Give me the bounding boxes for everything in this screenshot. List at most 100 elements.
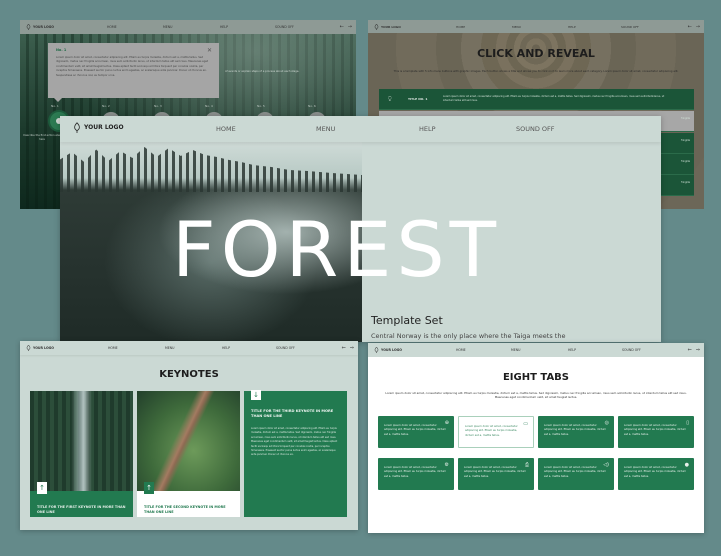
popup-body: Lorem ipsum dolor sit amet, consectetur …	[56, 56, 209, 77]
keynote-title: TITLE FOR THE THIRD KEYNOTE IN MORE THAN…	[251, 409, 334, 419]
arrow-right-icon[interactable]: ⇒	[696, 347, 700, 353]
row-title: TITLE NO. 1	[408, 97, 428, 101]
arrow-left-icon[interactable]: ⇐	[688, 347, 692, 353]
monitor-icon: ▭	[523, 421, 528, 427]
tab-text: Lorem ipsum dolor sit amet, consectetur …	[465, 425, 518, 437]
slide-description: Lorem ipsum dolor sit amet, consectetur …	[385, 391, 687, 400]
nav-home[interactable]: HOME	[456, 25, 465, 29]
hero-slide: YOUR LOGO HOME MENU HELP SOUND OFF FORES…	[60, 116, 661, 342]
document-icon: ▯	[686, 420, 689, 426]
tab-text: Lorem ipsum dolor sit amet, consectetur …	[384, 424, 447, 436]
nav-bar: YOUR LOGO HOME MENU HELP SOUND OFF ⇐ ⇒	[368, 343, 704, 357]
nav-help[interactable]: HELP	[568, 25, 576, 29]
nav-menu[interactable]: MENU	[163, 25, 172, 29]
nav-sound-off[interactable]: SOUND OFF	[516, 125, 555, 133]
keynote-card[interactable]: TITLE FOR THE SECOND KEYNOTE IN MORE THA…	[137, 391, 240, 517]
reveal-row[interactable]: ⍜ TITLE NO. 1 Lorem ipsum dolor sit amet…	[379, 89, 694, 110]
arrow-right-icon[interactable]: →	[696, 24, 700, 30]
hero-title: FOREST	[172, 205, 502, 294]
tab-text: Lorem ipsum dolor sit amet, consectetur …	[384, 466, 447, 478]
nav-menu[interactable]: MENU	[511, 348, 520, 352]
arrow-right-icon[interactable]: →	[348, 24, 352, 30]
leaf-icon: ⍜	[388, 95, 392, 102]
nav-home[interactable]: HOME	[456, 348, 466, 352]
step-popup: No. 1 Lorem ipsum dolor sit amet, consec…	[48, 43, 219, 102]
logo: YOUR LOGO	[374, 347, 402, 353]
nav-help[interactable]: HELP	[222, 346, 230, 350]
tab-text: Lorem ipsum dolor sit amet, consectetur …	[464, 466, 527, 478]
tab-card[interactable]: ▯ Lorem ipsum dolor sit amet, consectetur…	[618, 416, 694, 448]
arrow-down-icon[interactable]: ↓	[251, 390, 261, 400]
leaf-logo-icon	[374, 23, 379, 30]
hero-description: Central Norway is the only place where t…	[371, 332, 566, 340]
slide-title: EIGHT TABS	[502, 372, 570, 383]
tab-card[interactable]: ⚙ Lorem ipsum dolor sit amet, consectetur…	[378, 458, 454, 490]
arrow-right-icon[interactable]: ⇒	[350, 345, 354, 351]
nav-bar: YOUR LOGO HOME MENU HELP SOUND OFF	[60, 116, 661, 142]
nav-sound-off[interactable]: SOUND OFF	[621, 25, 639, 29]
step-label: No. 1	[51, 104, 59, 108]
tab-card[interactable]: ◎ Lorem ipsum dolor sit amet, consectetur…	[538, 416, 614, 448]
tabs-slide-preview[interactable]: YOUR LOGO HOME MENU HELP SOUND OFF ⇐ ⇒ E…	[368, 343, 704, 533]
nav-menu[interactable]: MENU	[316, 125, 335, 133]
nav-bar: YOUR LOGO HOME MENU HELP SOUND OFF ← →	[368, 20, 704, 33]
step-label: No. 5	[257, 104, 265, 108]
arrow-left-icon[interactable]: ⇐	[342, 345, 346, 351]
printer-icon: ⎙	[524, 462, 529, 468]
nav-sound-off[interactable]: SOUND OFF	[276, 346, 295, 350]
nav-help[interactable]: HELP	[220, 25, 228, 29]
nav-home[interactable]: HOME	[216, 125, 236, 133]
slide-description: This is a template with 5 info menu butt…	[393, 69, 679, 73]
audio-icon: ◁)	[603, 462, 609, 468]
hero-subtitle: Template Set	[371, 314, 443, 327]
nav-bar: YOUR LOGO HOME MENU HELP SOUND OFF ← →	[20, 20, 356, 34]
nav-home[interactable]: HOME	[108, 346, 118, 350]
arrow-left-icon[interactable]: ←	[340, 24, 344, 30]
tab-text: Lorem ipsum dolor sit amet, consectetur …	[544, 424, 607, 436]
keynote-body: Lorem ipsum dolor sit amet, consectetur …	[251, 426, 338, 457]
arrow-up-icon[interactable]: ↑	[37, 482, 47, 494]
tab-card[interactable]: ▭ Lorem ipsum dolor sit amet, consectetur…	[458, 416, 534, 448]
nav-sound-off[interactable]: SOUND OFF	[275, 25, 294, 29]
row-text: fringilla	[681, 139, 690, 142]
nav-help[interactable]: HELP	[568, 348, 576, 352]
tab-card[interactable]: ⎙ Lorem ipsum dolor sit amet, consectetur…	[458, 458, 534, 490]
tab-text: Lorem ipsum dolor sit amet, consectetur …	[624, 424, 687, 436]
keynotes-slide-preview[interactable]: YOUR LOGO HOME MENU HELP SOUND OFF ⇐ ⇒ K…	[20, 341, 358, 530]
popup-title: No. 1	[56, 48, 67, 52]
leaf-logo-icon	[26, 24, 31, 30]
row-text: fringilla	[681, 160, 690, 163]
globe-icon: ⊕	[444, 420, 449, 426]
row-text: fringilla	[681, 181, 690, 184]
step-label: No. 3	[154, 104, 162, 108]
compass-icon: ◎	[604, 420, 609, 426]
step-label: No. 2	[102, 104, 110, 108]
logo: YOUR LOGO	[374, 23, 401, 30]
info-icon: ●	[684, 462, 689, 468]
tab-card[interactable]: ⊕ Lorem ipsum dolor sit amet, consectetur…	[378, 416, 454, 448]
tab-card[interactable]: ◁) Lorem ipsum dolor sit amet, consectetu…	[538, 458, 614, 490]
tab-card[interactable]: ● Lorem ipsum dolor sit amet, consectetur…	[618, 458, 694, 490]
nav-menu[interactable]: MENU	[512, 25, 521, 29]
slide-title: CLICK AND REVEAL	[477, 47, 595, 60]
close-icon[interactable]: ✕	[207, 47, 212, 54]
nav-bar: YOUR LOGO HOME MENU HELP SOUND OFF ⇐ ⇒	[20, 341, 358, 355]
nav-help[interactable]: HELP	[419, 125, 436, 133]
leaf-logo-icon	[74, 122, 80, 133]
arrow-left-icon[interactable]: ←	[688, 24, 692, 30]
slide-title: KEYNOTES	[159, 369, 219, 380]
nav-menu[interactable]: MENU	[165, 346, 174, 350]
leaf-logo-icon	[374, 347, 379, 353]
keynote-title: TITLE FOR THE FIRST KEYNOTE IN MORE THAN…	[30, 491, 133, 517]
keynote-card-expanded[interactable]: ↓ TITLE FOR THE THIRD KEYNOTE IN MORE TH…	[244, 390, 347, 517]
nav-home[interactable]: HOME	[107, 25, 117, 29]
nav-sound-off[interactable]: SOUND OFF	[622, 348, 641, 352]
step-label: No. 6	[308, 104, 316, 108]
arrow-up-icon[interactable]: ↑	[144, 482, 154, 494]
mountain-path-image	[137, 391, 240, 491]
tab-text: Lorem ipsum dolor sit amet, consectetur …	[624, 466, 687, 478]
side-text: of events or explain steps of a process …	[225, 70, 300, 73]
step-caption: Describe the first action else here	[23, 134, 61, 142]
keynote-card[interactable]: TITLE FOR THE FIRST KEYNOTE IN MORE THAN…	[30, 391, 133, 517]
leaf-logo-icon	[26, 345, 31, 351]
